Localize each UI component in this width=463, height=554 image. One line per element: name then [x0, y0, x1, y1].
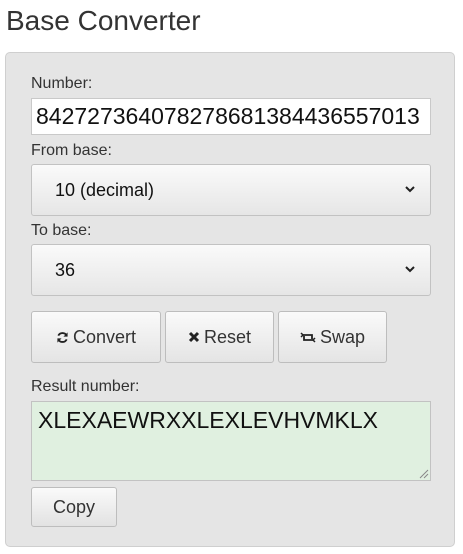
- to-base-label: To base:: [31, 222, 92, 239]
- swap-icon: [300, 331, 316, 344]
- copy-button[interactable]: Copy: [31, 487, 117, 527]
- refresh-icon: [56, 331, 69, 344]
- number-input[interactable]: [31, 98, 431, 135]
- number-label: Number:: [31, 75, 93, 92]
- to-base-value: 36: [55, 260, 76, 280]
- convert-label: Convert: [72, 326, 137, 347]
- reset-button[interactable]: Reset: [165, 311, 274, 363]
- result-label: Result number:: [31, 378, 140, 395]
- result-value: XLEXAEWRXXLEXLEVHVMKLX: [38, 407, 379, 433]
- reset-label: Reset: [203, 326, 252, 347]
- chevron-down-icon: [405, 266, 415, 273]
- page-title: Base Converter: [6, 5, 201, 36]
- from-base-select[interactable]: 10 (decimal): [31, 164, 431, 216]
- to-base-select[interactable]: 36: [31, 244, 431, 296]
- swap-label: Swap: [319, 326, 366, 347]
- convert-button[interactable]: Convert: [31, 311, 161, 363]
- from-base-value: 10 (decimal): [55, 180, 155, 200]
- resize-grip-icon[interactable]: [419, 469, 429, 479]
- swap-button[interactable]: Swap: [278, 311, 387, 363]
- from-base-label: From base:: [31, 142, 112, 159]
- copy-label: Copy: [52, 496, 96, 517]
- converter-panel: Number: From base: 10 (decimal) To base:…: [5, 52, 455, 547]
- result-textarea[interactable]: XLEXAEWRXXLEXLEVHVMKLX: [31, 401, 431, 481]
- chevron-down-icon: [405, 186, 415, 193]
- x-icon: [188, 331, 200, 343]
